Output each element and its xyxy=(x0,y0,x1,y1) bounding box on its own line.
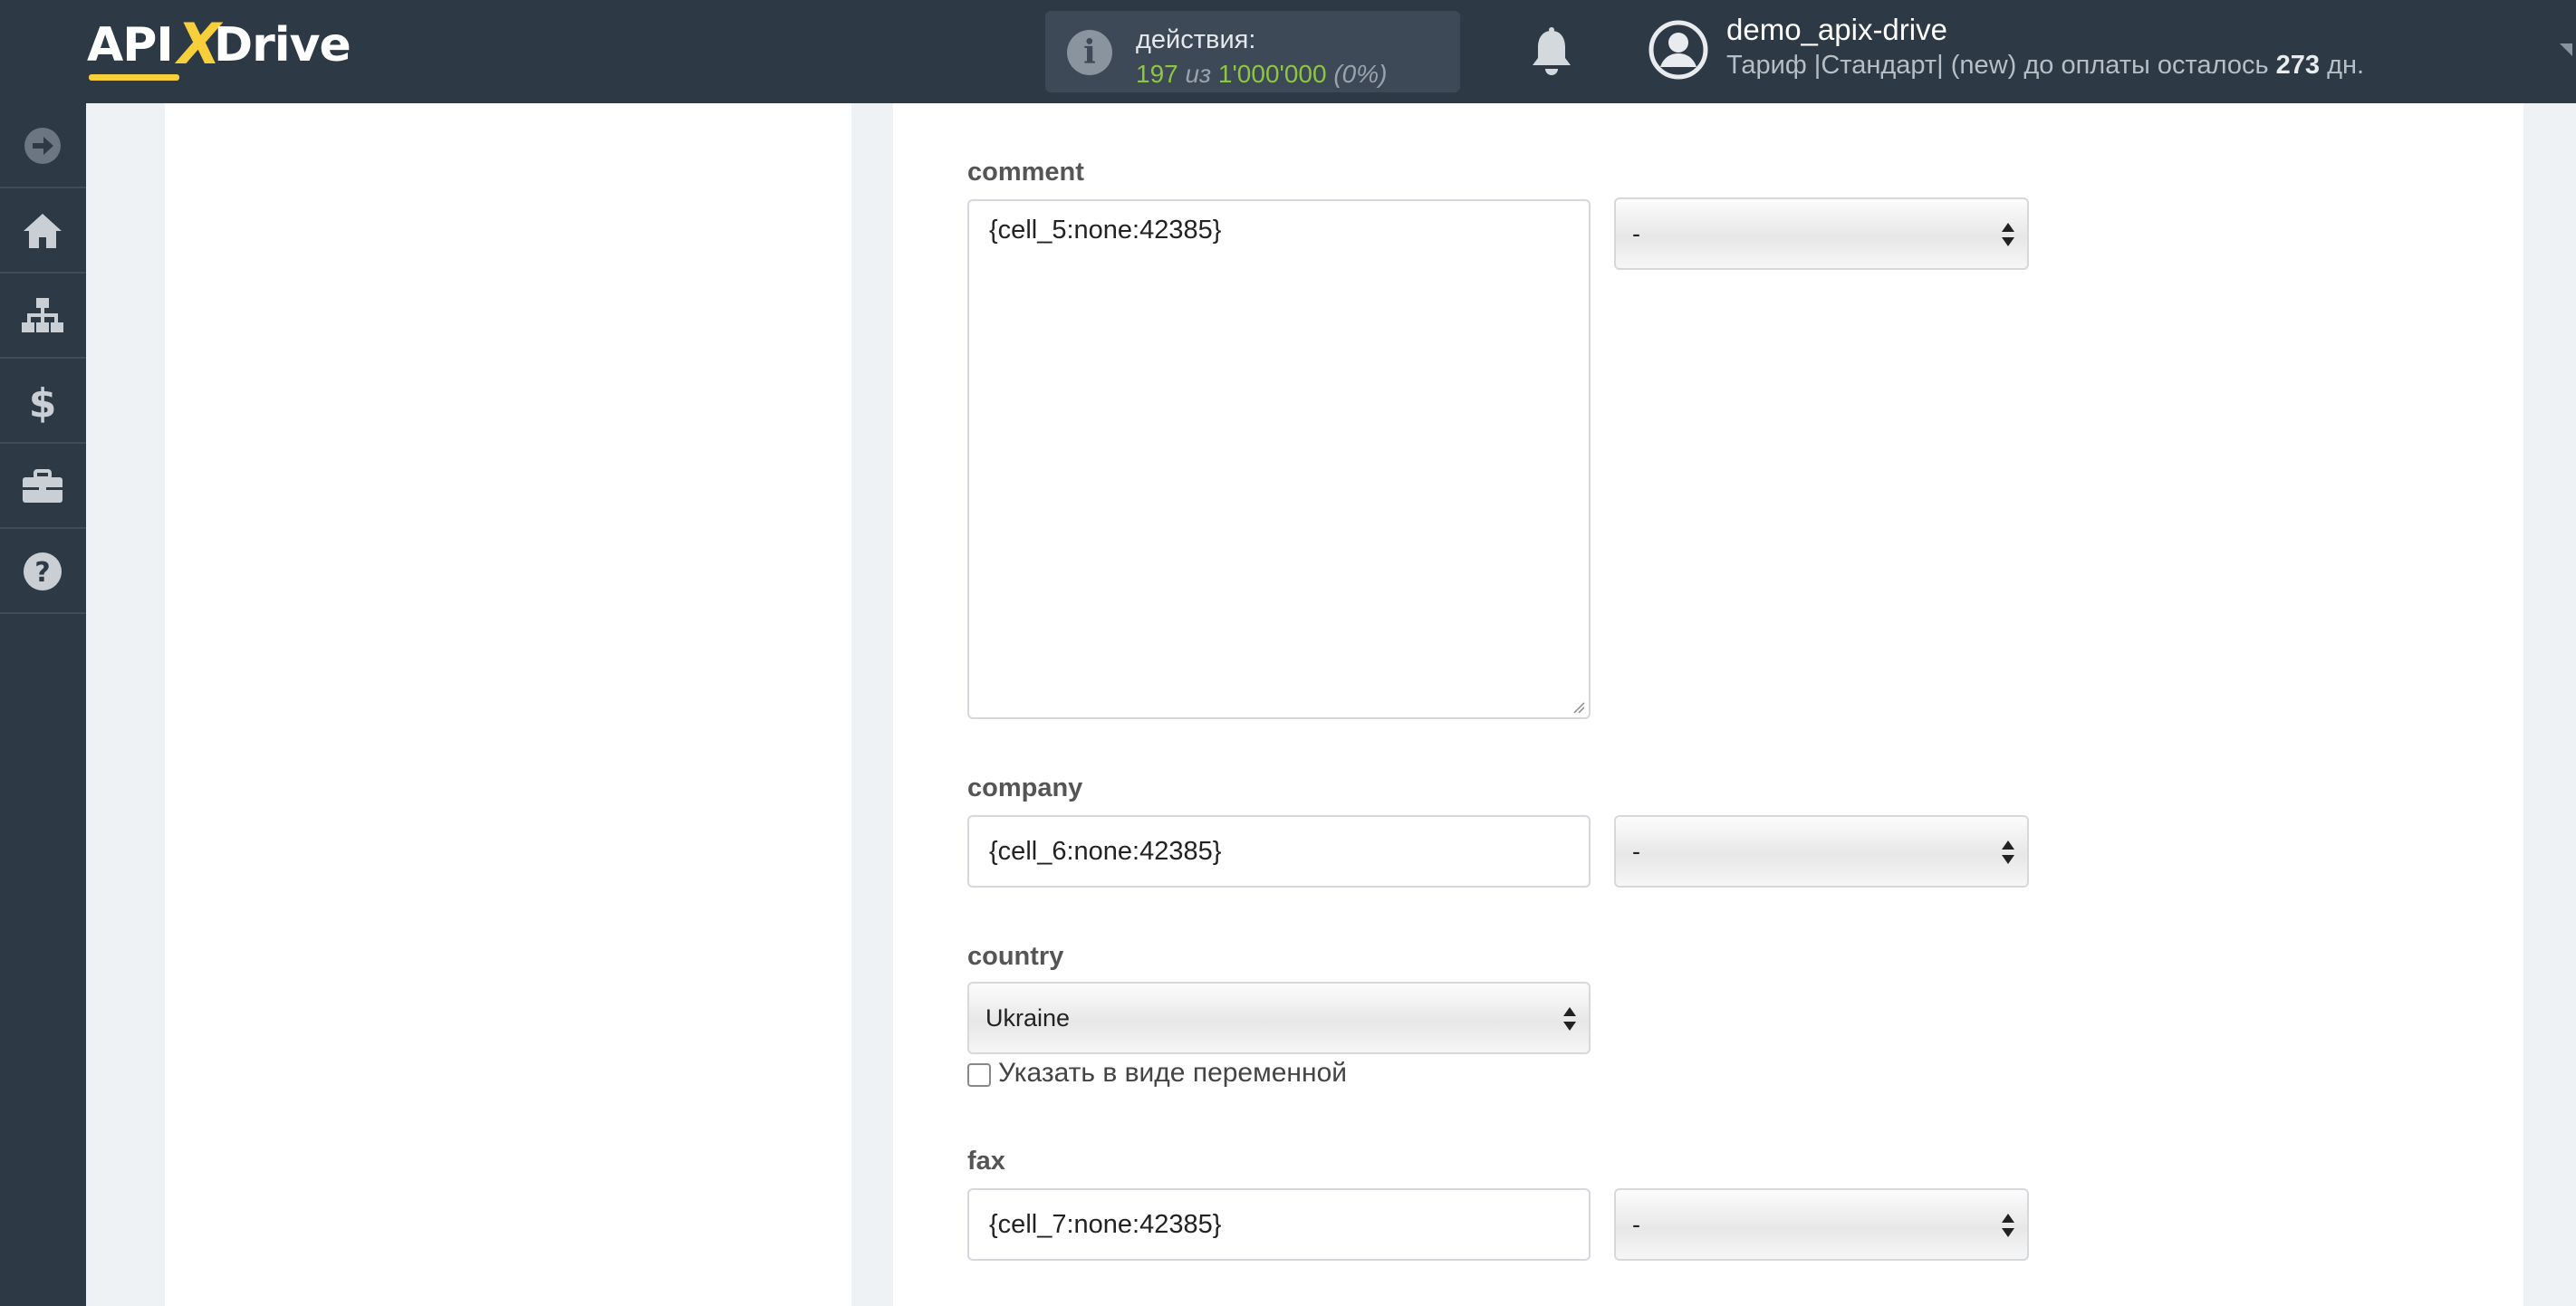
fax-variable-select[interactable]: - xyxy=(1614,1188,2029,1261)
actions-label: действия: xyxy=(1136,25,1256,54)
bell-icon[interactable] xyxy=(1529,27,1574,78)
plan-days: 273 xyxy=(2275,51,2321,80)
left-panel xyxy=(165,103,851,1306)
sidebar-item-expand[interactable] xyxy=(0,103,86,188)
arrow-right-circle-icon xyxy=(24,128,61,164)
company-input[interactable]: {cell_6:none:42385} xyxy=(967,815,1591,888)
logo-underline xyxy=(89,74,179,81)
sidebar: $ ? xyxy=(0,103,86,1306)
sidebar-item-home[interactable] xyxy=(0,188,86,274)
sidebar-item-services[interactable] xyxy=(0,444,86,529)
logo-text-api: API xyxy=(87,18,174,72)
logo-text-drive: Drive xyxy=(214,18,351,72)
home-icon xyxy=(24,214,62,248)
country-variable-checkbox-label[interactable]: Указать в виде переменной xyxy=(998,1058,1347,1089)
svg-text:?: ? xyxy=(34,557,50,589)
sidebar-item-help[interactable]: ? xyxy=(0,529,86,614)
plan-text: Тариф |Стандарт| (new) до оплаты осталос… xyxy=(1726,51,2269,80)
company-value: {cell_6:none:42385} xyxy=(989,837,1222,866)
country-label: country xyxy=(967,942,1064,971)
select-arrows-icon xyxy=(1563,1007,1576,1032)
actions-used: 197 xyxy=(1136,60,1178,88)
fax-select-value: - xyxy=(1632,1211,1640,1238)
menu-dropdown-icon[interactable] xyxy=(2560,43,2572,56)
actions-of: из xyxy=(1185,60,1212,88)
question-circle-icon: ? xyxy=(24,552,62,591)
company-select-value: - xyxy=(1632,838,1640,865)
fax-label: fax xyxy=(967,1147,1005,1176)
plan-days-suffix: дн. xyxy=(2327,51,2365,80)
briefcase-icon xyxy=(23,469,62,503)
fax-value: {cell_7:none:42385} xyxy=(989,1210,1222,1239)
country-select[interactable]: Ukraine xyxy=(967,982,1591,1054)
fax-input[interactable]: {cell_7:none:42385} xyxy=(967,1188,1591,1261)
sitemap-icon xyxy=(22,298,63,332)
select-arrows-icon xyxy=(2002,840,2014,866)
actions-limit: 1'000'000 xyxy=(1217,60,1327,88)
user-name[interactable]: demo_apix-drive xyxy=(1726,13,1947,47)
svg-text:$: $ xyxy=(29,380,57,424)
comment-select-value: - xyxy=(1632,220,1640,247)
sidebar-item-connections[interactable] xyxy=(0,274,86,359)
actions-count: 197 из 1'000'000 (0%) xyxy=(1136,60,1387,89)
actions-percent: (0%) xyxy=(1333,60,1388,88)
top-bar: API X Drive i действия: 197 из 1'000'000… xyxy=(0,0,2576,103)
apix-drive-logo[interactable]: API X Drive xyxy=(87,11,359,83)
resize-handle-icon[interactable] xyxy=(1572,701,1585,714)
plan-info: Тариф |Стандарт| (new) до оплаты осталос… xyxy=(1726,51,2364,81)
comment-label: comment xyxy=(967,158,1084,187)
actions-counter[interactable]: i действия: 197 из 1'000'000 (0%) xyxy=(1045,11,1460,92)
user-avatar-icon[interactable] xyxy=(1648,20,1708,80)
company-label: company xyxy=(967,773,1083,802)
comment-value: {cell_5:none:42385} xyxy=(989,216,1222,245)
comment-variable-select[interactable]: - xyxy=(1614,197,2029,270)
info-icon: i xyxy=(1067,30,1112,75)
company-variable-select[interactable]: - xyxy=(1614,815,2029,888)
comment-textarea[interactable]: {cell_5:none:42385} xyxy=(967,199,1591,719)
select-arrows-icon xyxy=(2002,1214,2014,1239)
country-select-value: Ukraine xyxy=(985,1004,1071,1032)
sidebar-item-billing[interactable]: $ xyxy=(0,359,86,444)
dollar-icon: $ xyxy=(29,380,57,424)
select-arrows-icon xyxy=(2002,223,2014,248)
country-variable-checkbox[interactable] xyxy=(967,1063,991,1087)
